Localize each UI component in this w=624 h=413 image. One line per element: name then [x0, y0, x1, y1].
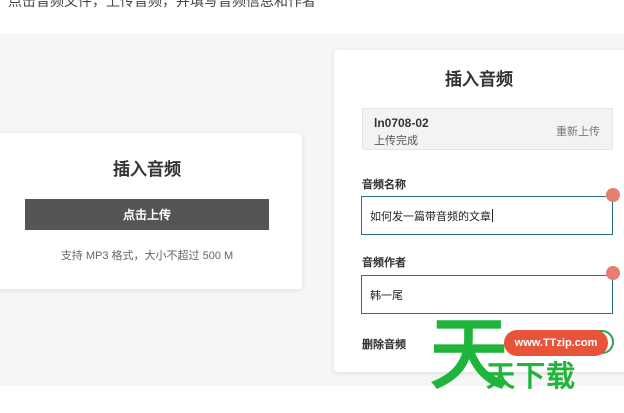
upload-status: 上传完成 — [374, 135, 418, 147]
insert-audio-dialog-empty: 插入音频 点击上传 支持 MP3 格式，大小不超过 500 M — [0, 133, 302, 289]
reupload-link[interactable]: 重新上传 — [556, 123, 600, 139]
upload-button[interactable]: 点击上传 — [25, 199, 269, 230]
watermark-badge: www.TTzip.com — [504, 330, 608, 356]
audio-author-input[interactable]: 韩一尾 — [361, 275, 613, 314]
audio-name-value: 如何发一篇带音频的文章 — [370, 210, 491, 223]
upload-hint: 支持 MP3 格式，大小不超过 500 M — [60, 250, 234, 262]
audio-author-label: 音频作者 — [362, 257, 406, 269]
annotation-marker — [606, 188, 620, 202]
instruction-text: 点击音频文件，上传音频，并填写音频信息和作者 — [8, 0, 316, 9]
audio-author-value: 韩一尾 — [370, 289, 403, 302]
delete-audio-label: 删除音频 — [362, 339, 406, 351]
uploaded-file-box: ln0708-02 上传完成 重新上传 — [362, 108, 613, 150]
annotation-marker — [606, 266, 620, 280]
dialog-title: 插入音频 — [445, 70, 513, 89]
text-caret — [492, 209, 493, 222]
dialog-title: 插入音频 — [113, 160, 181, 179]
file-name: ln0708-02 — [374, 116, 429, 130]
audio-name-label: 音频名称 — [362, 179, 406, 191]
watermark-text: 天下载 — [486, 359, 577, 393]
audio-name-input[interactable]: 如何发一篇带音频的文章 — [361, 196, 613, 235]
